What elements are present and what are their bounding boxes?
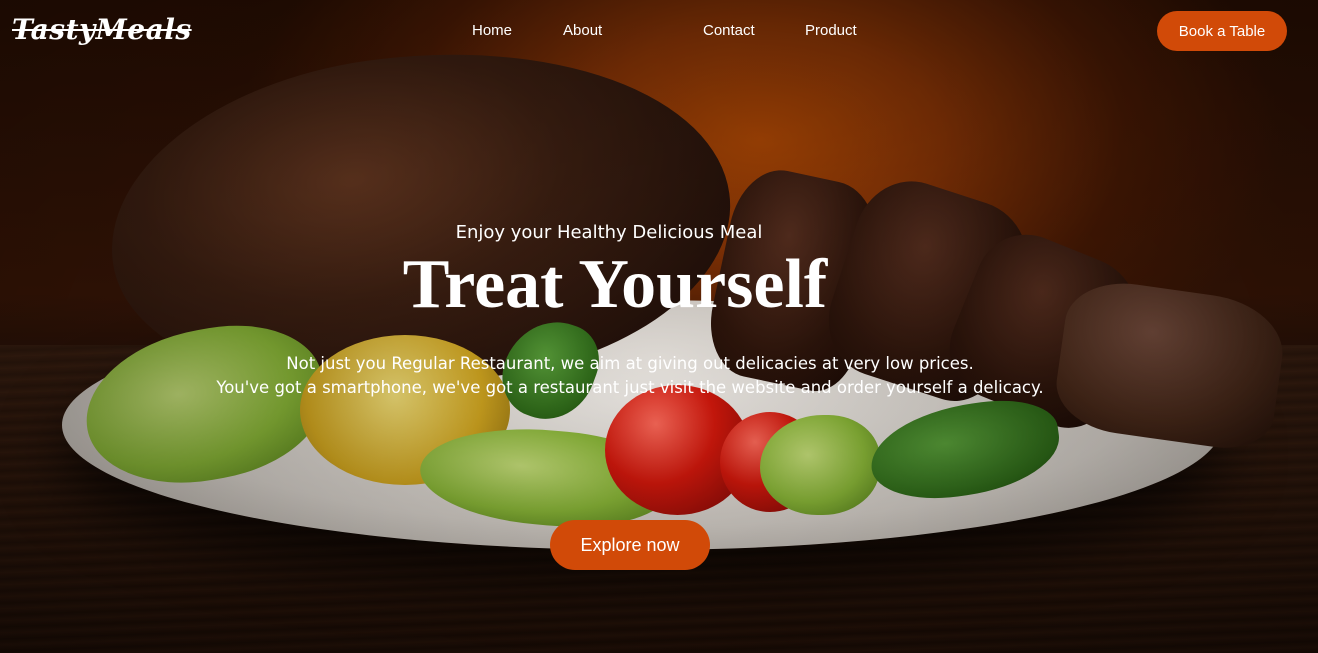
hero-headline: Treat Yourself: [402, 246, 828, 323]
nav-link-contact[interactable]: Contact: [703, 22, 755, 39]
nav-link-home[interactable]: Home: [472, 22, 512, 39]
explore-now-button[interactable]: Explore now: [550, 520, 710, 570]
book-table-button[interactable]: Book a Table: [1157, 11, 1287, 51]
top-navbar: TastyMeals Home About Contact Product Bo…: [0, 0, 1318, 64]
hero-description: Not just you Regular Restaurant, we aim …: [0, 352, 1260, 400]
hero-description-line: Not just you Regular Restaurant, we aim …: [286, 354, 974, 373]
nav-link-about[interactable]: About: [563, 22, 602, 39]
hero-description-line: You've got a smartphone, we've got a res…: [216, 378, 1044, 397]
nav-link-product[interactable]: Product: [805, 22, 857, 39]
hero-tagline: Enjoy your Healthy Delicious Meal: [455, 222, 763, 243]
hero-section: TastyMeals Home About Contact Product Bo…: [0, 0, 1318, 653]
brand-logo[interactable]: TastyMeals: [12, 13, 192, 46]
